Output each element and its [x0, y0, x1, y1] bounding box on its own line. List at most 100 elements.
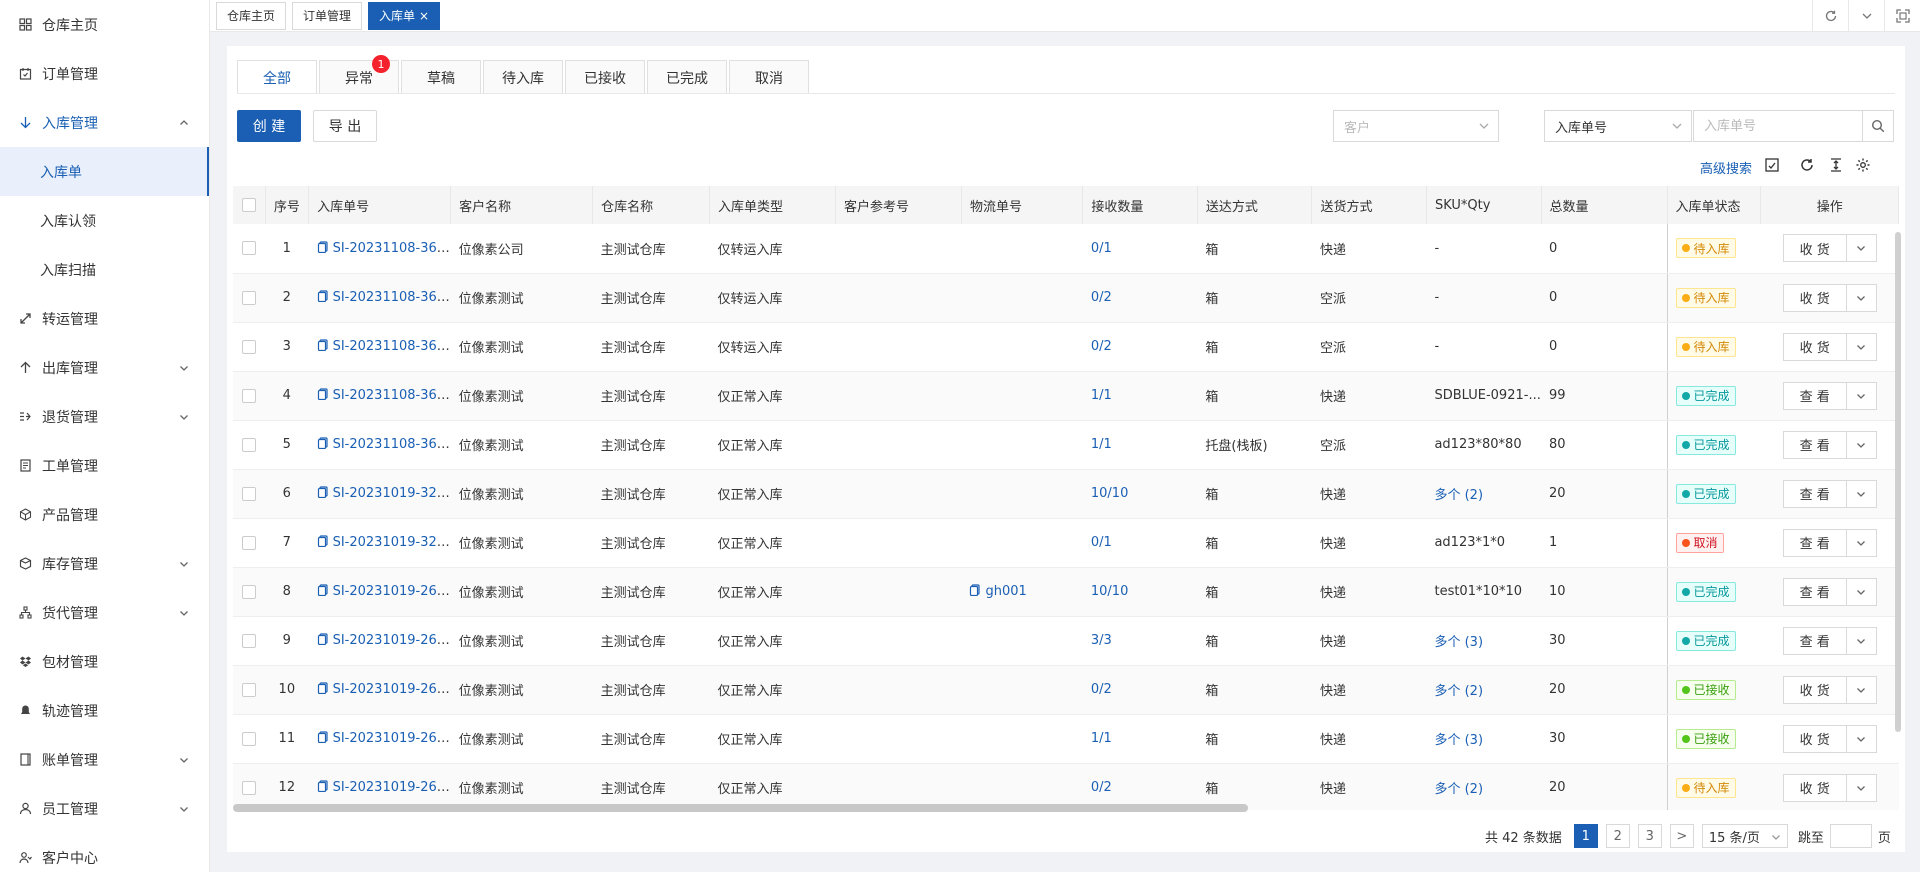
table-row[interactable]: 3 SI-20231108-3691 位像素测试 主测试仓库 仅转运入库 0/2… — [233, 322, 1899, 372]
table-row[interactable]: 1 SI-20231108-3692 位像素公司 主测试仓库 仅转运入库 0/1… — [233, 224, 1899, 274]
page-size-select[interactable]: 15 条/页 — [1701, 824, 1788, 848]
chevron-down-icon[interactable] — [1846, 528, 1877, 557]
chevron-down-icon[interactable] — [1846, 479, 1877, 508]
next-page-button[interactable]: > — [1669, 824, 1694, 848]
chevron-down-icon[interactable] — [1846, 234, 1877, 263]
row-checkbox[interactable] — [242, 388, 257, 403]
status-tab-0[interactable]: 全部 — [237, 60, 317, 94]
sidebar-item-11[interactable]: 轨迹管理 — [0, 686, 209, 735]
row-checkbox[interactable] — [242, 241, 257, 256]
table-row[interactable]: 6 SI-20231019-3213 位像素测试 主测试仓库 仅正常入库 10/… — [233, 469, 1899, 519]
gear-icon[interactable] — [1854, 156, 1872, 174]
page-tab-0[interactable]: 仓库主页 — [216, 1, 287, 30]
row-action-button[interactable]: 收 货 — [1782, 234, 1847, 263]
copy-icon[interactable] — [317, 780, 329, 792]
sidebar-item-13[interactable]: 员工管理 — [0, 784, 209, 833]
refresh-icon[interactable] — [1812, 0, 1848, 32]
vertical-scrollbar[interactable] — [1895, 232, 1901, 732]
chevron-down-icon[interactable] — [1846, 332, 1877, 361]
page-tab-1[interactable]: 订单管理 — [292, 1, 363, 30]
page-button[interactable]: 2 — [1605, 824, 1630, 848]
row-action-button[interactable]: 收 货 — [1782, 283, 1847, 312]
status-tab-1[interactable]: 异常 1 — [319, 55, 399, 94]
order-number-link[interactable]: SI-20231019-2618 — [333, 633, 451, 648]
chevron-down-icon[interactable] — [1846, 675, 1877, 704]
table-row[interactable]: 10 SI-20231019-2617 位像素测试 主测试仓库 仅正常入库 0/… — [233, 665, 1899, 715]
row-action-button[interactable]: 查 看 — [1782, 430, 1847, 459]
column-settings-icon[interactable] — [1763, 156, 1781, 174]
advanced-search-link[interactable]: 高级搜索 — [1700, 158, 1752, 177]
column-header[interactable]: 入库单状态 — [1666, 186, 1762, 224]
search-button[interactable] — [1862, 110, 1894, 142]
sku-qty[interactable]: 多个 (3) — [1426, 714, 1541, 764]
sidebar-item-5[interactable]: 退货管理 — [0, 392, 209, 441]
order-number-link[interactable]: SI-20231019-3213 — [333, 486, 451, 501]
table-row[interactable]: 11 SI-20231019-2616 位像素测试 主测试仓库 仅正常入库 1/… — [233, 714, 1899, 764]
column-header[interactable]: 操作 — [1760, 186, 1899, 224]
column-header[interactable]: 仓库名称 — [592, 186, 710, 224]
order-number-link[interactable]: SI-20231108-3692 — [333, 241, 451, 256]
column-header[interactable]: 客户参考号 — [835, 186, 962, 224]
sidebar-item-7[interactable]: 产品管理 — [0, 490, 209, 539]
search-field-select[interactable]: 入库单号 — [1544, 110, 1692, 142]
copy-icon[interactable] — [317, 241, 329, 253]
row-action-button[interactable]: 收 货 — [1782, 773, 1847, 802]
sidebar-item-4[interactable]: 出库管理 — [0, 343, 209, 392]
row-action-button[interactable]: 查 看 — [1782, 577, 1847, 606]
sku-qty[interactable]: 多个 (2) — [1426, 665, 1541, 715]
status-tab-3[interactable]: 待入库 — [483, 60, 563, 94]
tracking-link[interactable]: gh001 — [985, 584, 1026, 599]
column-header[interactable]: 入库单类型 — [709, 186, 836, 224]
row-height-icon[interactable] — [1827, 156, 1845, 174]
column-header[interactable]: 送达方式 — [1197, 186, 1313, 224]
row-action-button[interactable]: 收 货 — [1782, 675, 1847, 704]
row-checkbox[interactable] — [242, 486, 257, 501]
row-action-button[interactable]: 查 看 — [1782, 626, 1847, 655]
sidebar-item-10[interactable]: 包材管理 — [0, 637, 209, 686]
row-action-button[interactable]: 查 看 — [1782, 528, 1847, 557]
sidebar-item-8[interactable]: 库存管理 — [0, 539, 209, 588]
table-row[interactable]: 4 SI-20231108-3690 位像素测试 主测试仓库 仅正常入库 1/1… — [233, 371, 1899, 421]
status-tab-4[interactable]: 已接收 — [565, 60, 645, 94]
horizontal-scrollbar[interactable] — [233, 804, 1248, 812]
copy-icon[interactable] — [317, 486, 329, 498]
sku-qty[interactable]: 多个 (3) — [1426, 616, 1541, 666]
chevron-down-icon[interactable] — [1846, 430, 1877, 459]
row-checkbox[interactable] — [242, 731, 257, 746]
sidebar-item-9[interactable]: 货代管理 — [0, 588, 209, 637]
close-icon[interactable]: × — [419, 9, 429, 23]
chevron-down-icon[interactable] — [1848, 0, 1884, 32]
row-checkbox[interactable] — [242, 780, 257, 795]
column-header[interactable]: 客户名称 — [450, 186, 594, 224]
copy-icon[interactable] — [317, 633, 329, 645]
row-checkbox[interactable] — [242, 584, 257, 599]
sku-qty[interactable]: 多个 (2) — [1426, 469, 1541, 519]
table-row[interactable]: 8 SI-20231019-2619 位像素测试 主测试仓库 仅正常入库 gh0… — [233, 567, 1899, 617]
status-tab-2[interactable]: 草稿 — [401, 60, 481, 94]
order-number-link[interactable]: SI-20231019-2617 — [333, 682, 451, 697]
column-header[interactable]: SKU*Qty — [1426, 186, 1542, 224]
jump-page-input[interactable] — [1829, 824, 1872, 848]
order-number-link[interactable]: SI-20231019-3212 — [333, 535, 451, 550]
fullscreen-icon[interactable] — [1884, 0, 1920, 32]
column-header[interactable]: 物流单号 — [961, 186, 1084, 224]
copy-icon[interactable] — [317, 584, 329, 596]
sidebar-item-2[interactable]: 入库管理 — [0, 98, 209, 147]
page-button[interactable]: 3 — [1637, 824, 1662, 848]
copy-icon[interactable] — [317, 437, 329, 449]
copy-icon[interactable] — [969, 584, 981, 596]
status-tab-6[interactable]: 取消 — [729, 60, 809, 94]
search-input[interactable] — [1693, 110, 1863, 142]
table-row[interactable]: 9 SI-20231019-2618 位像素测试 主测试仓库 仅正常入库 3/3… — [233, 616, 1899, 666]
row-action-button[interactable]: 查 看 — [1782, 479, 1847, 508]
row-action-button[interactable]: 收 货 — [1782, 332, 1847, 361]
refresh-icon[interactable] — [1798, 156, 1816, 174]
copy-icon[interactable] — [317, 535, 329, 547]
row-action-button[interactable]: 收 货 — [1782, 724, 1847, 753]
table-row[interactable]: 2 SI-20231108-3691 位像素测试 主测试仓库 仅转运入库 0/2… — [233, 273, 1899, 323]
sidebar-subitem-2[interactable]: 入库扫描 — [0, 245, 209, 294]
order-number-link[interactable]: SI-20231108-3691 — [333, 290, 451, 305]
chevron-down-icon[interactable] — [1846, 773, 1877, 802]
export-button[interactable]: 导 出 — [313, 110, 377, 142]
row-checkbox[interactable] — [242, 682, 257, 697]
